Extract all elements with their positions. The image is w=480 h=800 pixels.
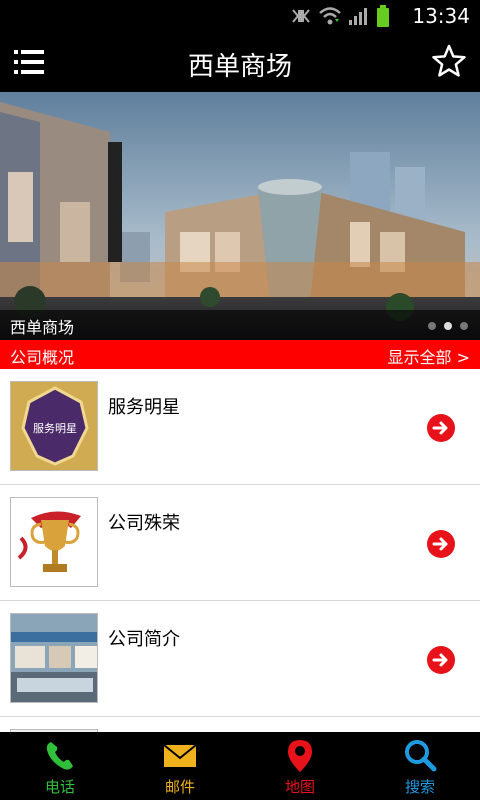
- vibrate-icon: [292, 9, 310, 23]
- trophy-image: [11, 498, 97, 586]
- tab-label: 邮件: [164, 778, 195, 796]
- map-pin-icon: [288, 740, 312, 772]
- list-item-label: 公司简介: [108, 629, 180, 650]
- list-item-company-honors[interactable]: 公司殊荣: [0, 485, 480, 601]
- app-header: 西单商场: [0, 32, 480, 92]
- page-title: 西单商场: [187, 52, 292, 82]
- tab-label: 搜索: [404, 778, 435, 796]
- arrow-right-icon[interactable]: [426, 645, 456, 675]
- show-all-link[interactable]: 显示全部 >: [388, 344, 471, 368]
- list-item-company-intro[interactable]: 公司简介: [0, 601, 480, 717]
- banner-carousel[interactable]: 西单商场: [0, 92, 480, 340]
- star-icon[interactable]: [432, 44, 466, 78]
- carousel-dots: [428, 322, 468, 330]
- list-item-thumbnail: [10, 497, 98, 587]
- arrow-right-icon[interactable]: [426, 413, 456, 443]
- signal-icon: [349, 8, 367, 25]
- thumb-badge-text: 服务明星: [33, 422, 77, 435]
- list-item-partial[interactable]: [0, 717, 480, 732]
- tab-label: 电话: [44, 778, 75, 796]
- list-item-service-star[interactable]: 服务明星 服务明星: [0, 369, 480, 485]
- carousel-dot[interactable]: [428, 322, 436, 330]
- tab-search[interactable]: 搜索: [360, 732, 480, 800]
- banner-caption-text: 西单商场: [10, 318, 75, 337]
- tab-phone[interactable]: 电话: [0, 732, 120, 800]
- search-icon: [405, 740, 437, 772]
- status-icons: [290, 5, 390, 27]
- list-item-thumbnail: 服务明星: [10, 381, 98, 471]
- list-item-label: 公司殊荣: [108, 513, 180, 534]
- status-bar: 13:34: [0, 0, 480, 32]
- arrow-right-icon[interactable]: [426, 529, 456, 559]
- battery-icon: [377, 5, 389, 27]
- section-header: 公司概况 显示全部 >: [0, 340, 480, 369]
- banner-image: [0, 92, 480, 340]
- list-item-label: 服务明星: [108, 397, 180, 418]
- banner-caption: 西单商场: [0, 310, 480, 340]
- carousel-dot-active[interactable]: [444, 322, 452, 330]
- bottom-tab-bar: 电话 邮件 地图 搜索: [0, 732, 480, 800]
- storefront-image: [11, 614, 97, 702]
- carousel-dot[interactable]: [460, 322, 468, 330]
- list-item-thumbnail: [10, 613, 98, 703]
- phone-icon: [46, 742, 73, 770]
- service-star-badge-image: 服务明星: [11, 382, 97, 470]
- tab-label: 地图: [284, 778, 315, 796]
- wifi-icon: [319, 7, 341, 25]
- tab-mail[interactable]: 邮件: [120, 732, 240, 800]
- mail-icon: [163, 744, 197, 767]
- tab-map[interactable]: 地图: [240, 732, 360, 800]
- status-time: 13:34: [412, 4, 470, 28]
- company-list: 服务明星 服务明星 公司殊荣 公司简介: [0, 369, 480, 732]
- section-title: 公司概况: [10, 348, 75, 367]
